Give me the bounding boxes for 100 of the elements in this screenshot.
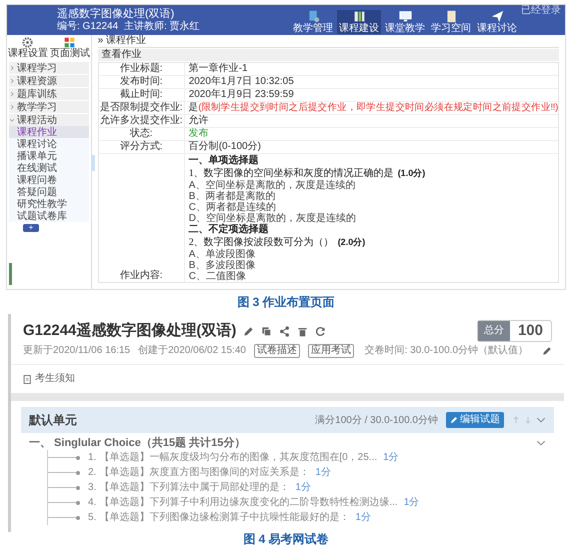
- question-text: 2、数字图像按波段数可分为（）: [188, 237, 334, 248]
- question-number: 4.: [88, 496, 96, 510]
- section-heading: 一、单项选择题: [188, 155, 260, 167]
- scrollbar: [9, 263, 12, 285]
- pencil-icon[interactable]: [242, 326, 254, 336]
- tree-connector: [48, 502, 76, 503]
- pencil-icon: [450, 416, 458, 424]
- sidebar-item[interactable]: 课程作业: [9, 126, 89, 138]
- copy-icon[interactable]: [260, 326, 272, 336]
- question-score: 1分: [295, 481, 311, 495]
- question-text: 1、数字图像的空间坐标和灰度的情况正确的是: [188, 168, 394, 180]
- field-label: 允许多次提交作业:: [98, 115, 185, 127]
- collapse-handle[interactable]: [90, 155, 95, 171]
- arrow-up-icon: [512, 416, 520, 424]
- question-number: 2.: [88, 466, 96, 480]
- field-value: 百分制(0-100分): [188, 141, 262, 153]
- tool-label: 页面测试: [50, 48, 90, 59]
- created-time: 创建于2020/06/02 15:40: [138, 344, 246, 358]
- section-title: 查看作业: [98, 49, 559, 61]
- document-icon: [444, 10, 458, 23]
- color-grid-icon: [64, 37, 76, 48]
- question-score: 1分: [355, 511, 371, 525]
- field-label: 作业标题:: [98, 63, 185, 75]
- field-label: 发布时间:: [98, 76, 185, 88]
- question-link[interactable]: 【单选题】灰度直方图与图像间的对应关系是：: [99, 465, 310, 480]
- field-value: 第一章作业-1: [188, 63, 249, 75]
- total-score-label: 总分: [478, 321, 510, 341]
- sidebar-group[interactable]: 教学学习: [9, 101, 89, 113]
- question-score: 1分: [404, 496, 420, 510]
- grid-chart-icon: [352, 10, 366, 23]
- submit-time: 交卷时间: 30.0-100.0分钟（默认值）: [364, 344, 528, 358]
- question-score: (1.0分): [398, 167, 426, 179]
- chevron-down-icon: [536, 438, 546, 448]
- sidebar-item[interactable]: 课程问卷: [9, 174, 89, 186]
- course-code: 编号: G12244: [57, 21, 118, 32]
- tool-label: 课程设置: [8, 48, 48, 59]
- field-value: 允许: [188, 115, 210, 127]
- notice-link[interactable]: 考生须知: [11, 365, 564, 393]
- unit-summary: 满分100分 / 30.0-100.0分钟: [315, 414, 438, 428]
- figure-caption: 图 3 作业布置页面: [236, 294, 336, 310]
- sidebar-group[interactable]: 题库训练: [9, 88, 89, 100]
- tag-button[interactable]: 应用考试: [308, 344, 354, 358]
- toolbar-button[interactable]: 课程讨论: [475, 10, 519, 34]
- question-link[interactable]: 【单选题】下列算法中属于局部处理的是：: [99, 480, 290, 495]
- figure-caption: 图 4 易考网试卷: [242, 532, 330, 547]
- toolbar-button[interactable]: 教学管理: [291, 10, 335, 34]
- tree-connector: [48, 517, 76, 518]
- exam-title: G12244遥感数字图像处理(双语): [23, 322, 236, 340]
- status-value: 发布: [188, 128, 210, 140]
- answer-option: A、空间坐标是离散的，灰度是连续的: [188, 180, 558, 191]
- field-value: 2020年1月9日 23:59:59: [188, 89, 295, 101]
- field-value: 是(限制学生提交到时间之后提交作业，即学生提交时间必须在规定时间之前提交作业!!): [188, 102, 558, 114]
- refresh-icon[interactable]: [314, 326, 326, 336]
- answer-option: A、单波段图像: [188, 249, 558, 260]
- question-score: (2.0分): [338, 236, 366, 248]
- book-gear-icon: [306, 10, 320, 23]
- monitor-icon: [398, 10, 412, 23]
- question-link[interactable]: 【单选题】下列算子中利用边缘灰度变化的二阶导数特性检测边缘...: [99, 495, 398, 510]
- document-icon: [23, 374, 32, 384]
- section-heading: 二、不定项选择题: [188, 224, 270, 236]
- tree-connector: [48, 472, 76, 473]
- add-button[interactable]: +: [23, 224, 39, 232]
- gear-icon: [22, 37, 34, 48]
- sidebar-item[interactable]: 在线测试: [9, 162, 89, 174]
- answer-option: B、多波段图像: [188, 260, 558, 271]
- toolbar-button[interactable]: 课程建设: [337, 10, 381, 34]
- sidebar-item[interactable]: 研究性教学: [9, 198, 89, 210]
- field-label: 作业内容:: [98, 154, 185, 282]
- sidebar-item[interactable]: 答疑问题: [9, 186, 89, 198]
- app-title: 遥感数字图像处理(双语): [57, 8, 176, 20]
- answer-option: C、二值图像: [188, 271, 558, 282]
- sidebar-item[interactable]: 播课单元: [9, 150, 89, 162]
- tag-button[interactable]: 试卷描述: [254, 344, 300, 358]
- answer-option: D、空间坐标是离散的，灰度是连续的: [188, 213, 558, 224]
- toolbar-button[interactable]: 学习空间: [429, 10, 473, 34]
- tree-connector: [48, 487, 76, 488]
- answer-option: B、两者都是离散的: [188, 191, 558, 202]
- question-number: 5.: [88, 511, 96, 525]
- field-label: 评分方式:: [98, 141, 185, 153]
- question-link[interactable]: 【单选题】下列图像边缘检测算子中抗噪性能最好的是：: [99, 510, 350, 525]
- login-status: 已经登录: [521, 5, 561, 16]
- toolbar-button[interactable]: 课堂教学: [383, 10, 427, 34]
- field-label: 截止时间:: [98, 89, 185, 101]
- question-number: 1.: [88, 451, 96, 465]
- sidebar-group[interactable]: 课程活动: [9, 114, 89, 126]
- paper-plane-icon: [490, 10, 504, 23]
- field-label: 状态:: [98, 128, 185, 140]
- sidebar-group[interactable]: 课程学习: [9, 62, 89, 74]
- total-score-value: 100: [516, 321, 544, 341]
- section-title: 一、 Singlular Choice（共15题 共计15分）: [29, 436, 246, 450]
- sidebar-group[interactable]: 课程资源: [9, 75, 89, 87]
- answer-option: C、两者都是连续的: [188, 202, 558, 213]
- sidebar-item[interactable]: 试题试卷库: [9, 210, 89, 222]
- chevron-down-icon: [536, 415, 546, 425]
- edit-questions-button[interactable]: 编辑试题: [446, 412, 504, 428]
- question-link[interactable]: 【单选题】一幅灰度级均匀分布的图像，其灰度范围在[0，25...: [99, 450, 378, 465]
- sidebar-item[interactable]: 课程讨论: [9, 138, 89, 150]
- trash-icon[interactable]: [296, 326, 308, 336]
- arrow-down-icon: [524, 416, 532, 424]
- share-icon[interactable]: [278, 326, 290, 336]
